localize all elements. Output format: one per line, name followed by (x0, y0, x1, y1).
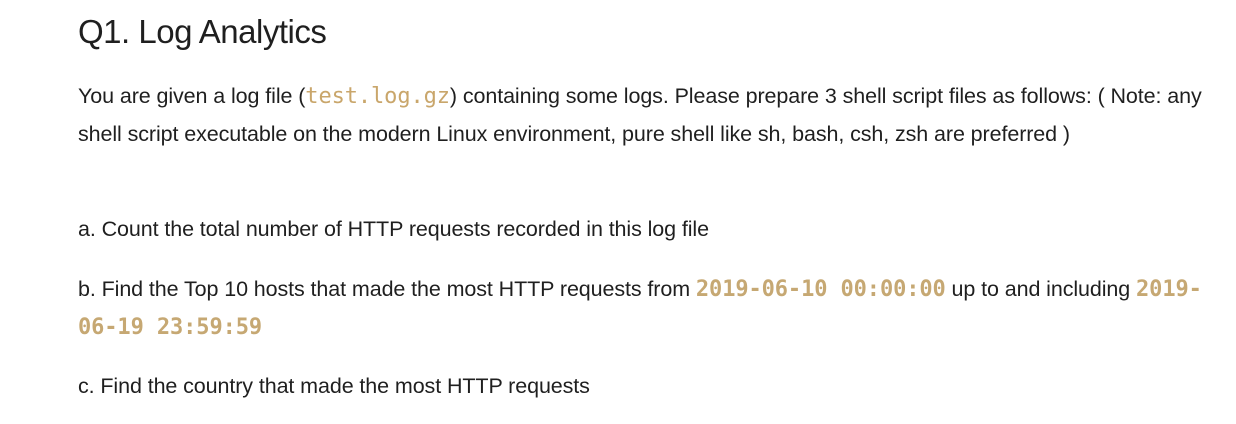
intro-text-before: You are given a log file ( (78, 84, 306, 108)
log-file-name: test.log.gz (305, 84, 450, 109)
page-title: Q1. Log Analytics (78, 13, 327, 50)
task-b-text-middle: up to and including (945, 277, 1137, 301)
task-a: a. Count the total number of HTTP reques… (78, 217, 709, 241)
start-timestamp: 2019-06-10 00:00:00 (695, 277, 946, 302)
task-b: b. Find the Top 10 hosts that made the m… (78, 271, 1223, 346)
task-b-text-before: b. Find the Top 10 hosts that made the m… (78, 277, 696, 301)
intro-paragraph: You are given a log file (test.log.gz) c… (78, 78, 1223, 152)
task-c: c. Find the country that made the most H… (78, 374, 590, 398)
